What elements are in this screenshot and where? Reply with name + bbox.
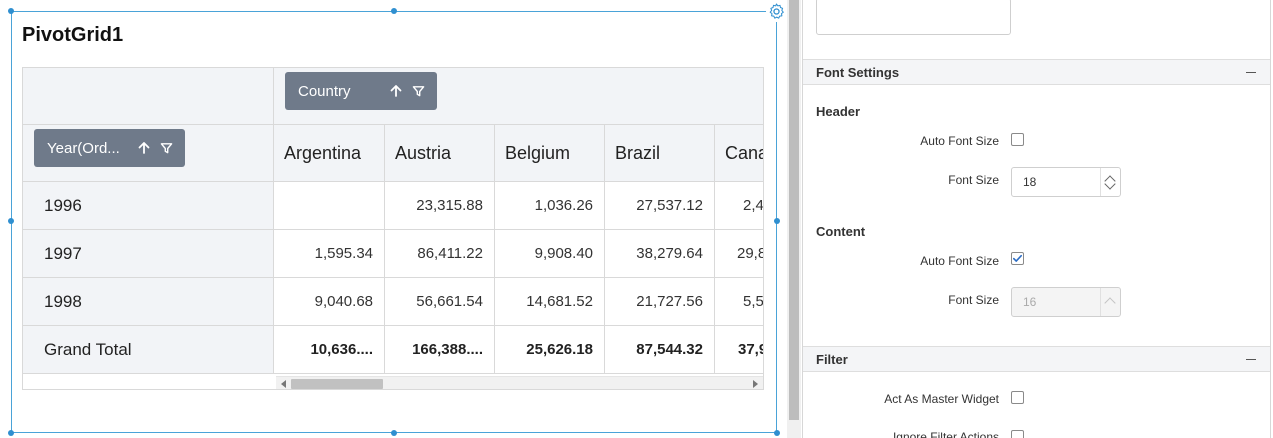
grand-total-cell[interactable]: 87,544.32 <box>605 326 715 374</box>
resize-handle-bottom-right[interactable] <box>774 430 780 436</box>
vertical-scrollbar-thumb[interactable] <box>789 0 799 420</box>
year-field-chip[interactable]: Year(Ord... <box>34 129 185 167</box>
row-header-1997[interactable]: 1997 <box>23 230 274 278</box>
column-header-belgium[interactable]: Belgium <box>495 125 605 182</box>
ignore-filter-actions-label: Ignore Filter Actions <box>892 430 999 438</box>
value-cell[interactable]: 38,279.64 <box>605 230 715 278</box>
row-header-1996[interactable]: 1996 <box>23 182 274 230</box>
value-cell[interactable]: 9,908.40 <box>495 230 605 278</box>
value-cell[interactable]: 23,315.88 <box>385 182 495 230</box>
widget-settings-gear-icon[interactable] <box>766 1 787 22</box>
widget-title: PivotGrid1 <box>22 24 124 46</box>
act-as-master-widget-label: Act As Master Widget <box>884 392 999 406</box>
collapse-icon[interactable] <box>1246 359 1256 360</box>
filter-title: Filter <box>816 351 848 367</box>
resize-handle-top[interactable] <box>391 8 397 14</box>
scroll-left-arrow-icon[interactable] <box>281 380 286 388</box>
font-settings-title: Font Settings <box>816 64 900 80</box>
gear-icon <box>769 3 784 19</box>
resize-handle-left[interactable] <box>8 218 14 224</box>
grand-total-cell[interactable]: 25,626.18 <box>495 326 605 374</box>
resize-handle-bottom[interactable] <box>391 430 397 436</box>
collapse-icon[interactable] <box>1246 72 1256 73</box>
header-font-size-input[interactable]: 18 <box>1011 167 1121 197</box>
content-auto-font-size-checkbox[interactable] <box>1011 252 1024 265</box>
dashboard-designer: PivotGrid1 Country Year(Ord... Argentina… <box>0 0 1273 438</box>
content-font-size-label: Font Size <box>948 293 999 307</box>
header-auto-font-size-label: Auto Font Size <box>920 134 999 148</box>
properties-panel: Font Settings Header Auto Font Size Font… <box>802 0 1271 438</box>
column-header-canada[interactable]: Cana <box>715 125 763 182</box>
value-cell[interactable]: 29,8 <box>715 230 763 278</box>
value-cell[interactable]: 56,661.54 <box>385 278 495 326</box>
spin-up-icon <box>1104 297 1116 309</box>
content-font-size-value: 16 <box>1023 295 1037 309</box>
header-font-size-spinner[interactable] <box>1100 168 1120 196</box>
value-cell[interactable]: 2,4 <box>715 182 763 230</box>
pivot-horizontal-scrollbar[interactable] <box>276 376 763 389</box>
content-subsection-title: Content <box>816 224 866 239</box>
row-header-1998[interactable]: 1998 <box>23 278 274 326</box>
pivot-grid: Country Year(Ord... Argentina Austria Be… <box>22 67 764 390</box>
column-header-argentina[interactable]: Argentina <box>274 125 385 182</box>
value-cell[interactable]: 9,040.68 <box>274 278 385 326</box>
year-field-label: Year(Ord... <box>47 139 120 157</box>
resize-handle-right[interactable] <box>774 218 780 224</box>
column-header-brazil[interactable]: Brazil <box>605 125 715 182</box>
grand-total-cell[interactable]: 37,9 <box>715 326 763 374</box>
value-cell[interactable] <box>274 182 385 230</box>
font-settings-section-header[interactable]: Font Settings <box>803 59 1270 85</box>
scroll-right-arrow-icon[interactable] <box>753 380 758 388</box>
filter-section-header[interactable]: Filter <box>803 346 1270 372</box>
content-font-size-spinner <box>1100 288 1120 316</box>
sort-ascending-icon[interactable] <box>135 139 153 157</box>
scrollbar-thumb[interactable] <box>291 379 383 389</box>
property-input-box[interactable] <box>816 0 1011 35</box>
grand-total-cell[interactable]: 10,636.... <box>274 326 385 374</box>
canvas-vertical-scrollbar[interactable] <box>787 0 801 438</box>
resize-handle-bottom-left[interactable] <box>8 430 14 436</box>
row-header-grand-total[interactable]: Grand Total <box>23 326 274 374</box>
value-cell[interactable]: 1,595.34 <box>274 230 385 278</box>
value-cell[interactable]: 5,5 <box>715 278 763 326</box>
filter-icon[interactable] <box>157 139 175 157</box>
act-as-master-widget-checkbox[interactable] <box>1011 391 1024 404</box>
grand-total-cell[interactable]: 166,388.... <box>385 326 495 374</box>
column-header-austria[interactable]: Austria <box>385 125 495 182</box>
filter-icon[interactable] <box>409 82 427 100</box>
header-subsection-title: Header <box>816 104 861 119</box>
country-field-chip[interactable]: Country <box>285 72 437 110</box>
design-canvas[interactable]: PivotGrid1 Country Year(Ord... Argentina… <box>0 0 787 438</box>
value-cell[interactable]: 27,537.12 <box>605 182 715 230</box>
content-auto-font-size-label: Auto Font Size <box>920 254 999 268</box>
ignore-filter-actions-checkbox[interactable] <box>1011 430 1024 438</box>
checkmark-icon <box>1013 254 1022 262</box>
resize-handle-top-left[interactable] <box>8 8 14 14</box>
header-font-size-label: Font Size <box>948 173 999 187</box>
value-cell[interactable]: 14,681.52 <box>495 278 605 326</box>
content-font-size-input: 16 <box>1011 287 1121 317</box>
header-auto-font-size-checkbox[interactable] <box>1011 133 1024 146</box>
header-font-size-value: 18 <box>1023 175 1037 189</box>
value-cell[interactable]: 1,036.26 <box>495 182 605 230</box>
pivot-corner-top <box>23 68 274 125</box>
value-cell[interactable]: 21,727.56 <box>605 278 715 326</box>
country-field-label: Country <box>298 82 351 100</box>
value-cell[interactable]: 86,411.22 <box>385 230 495 278</box>
sort-ascending-icon[interactable] <box>387 82 405 100</box>
